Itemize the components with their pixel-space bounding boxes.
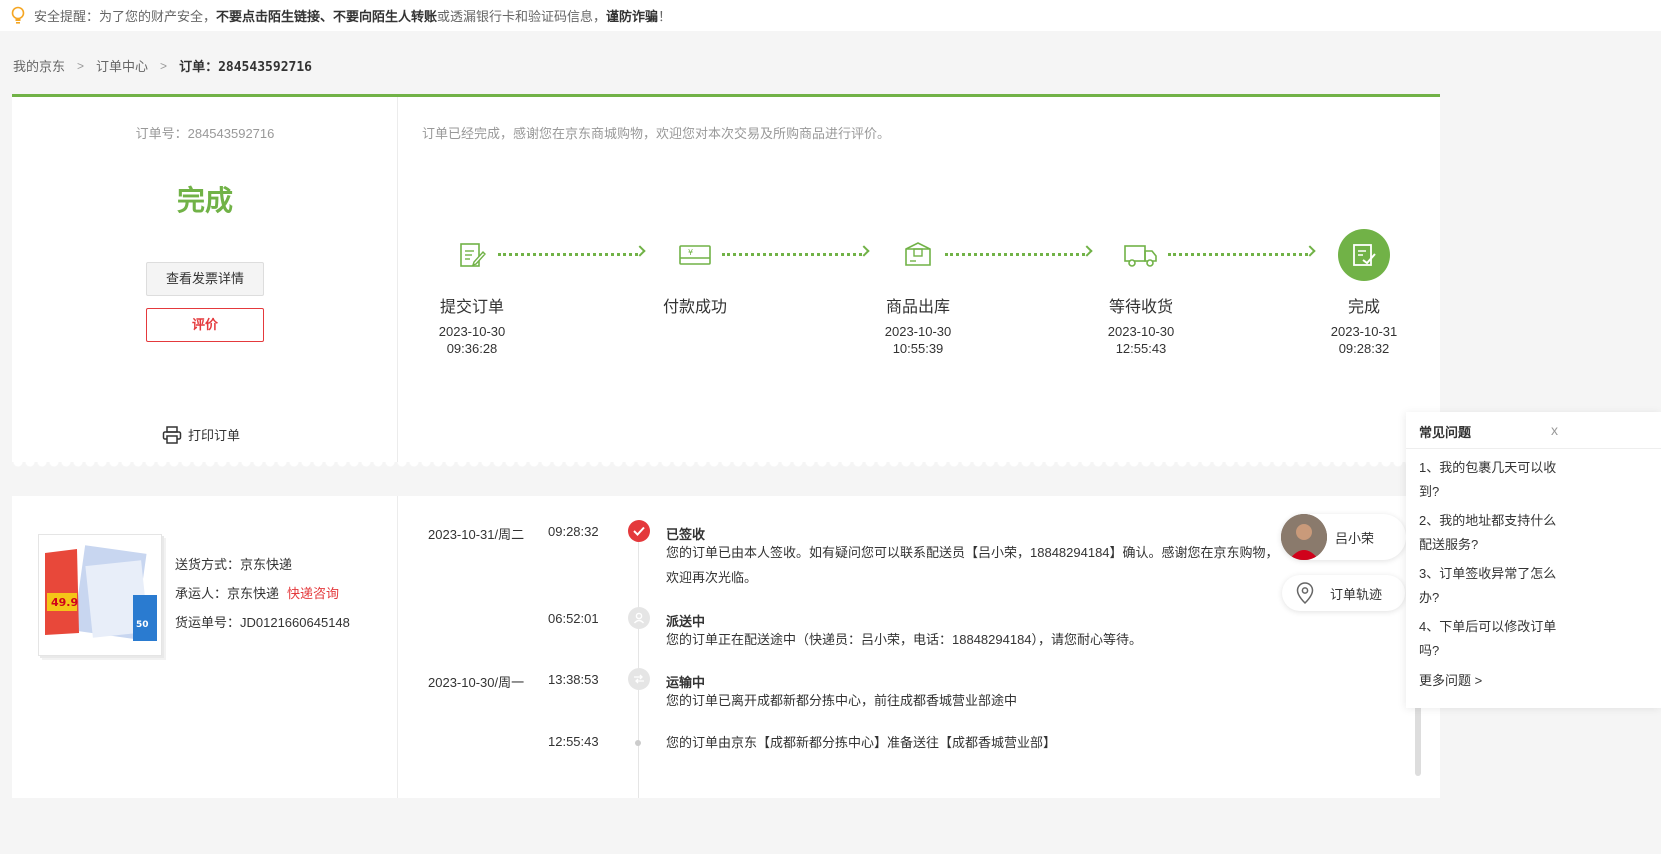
- event-time: 12:55:43: [548, 734, 599, 749]
- carrier: 承运人：京东快递: [175, 586, 280, 601]
- breadcrumb: 我的京东 > 订单中心 > 订单：284543592716: [13, 56, 312, 76]
- notice-prefix: 安全提醒：为了您的财产安全，: [34, 9, 217, 24]
- step-time: 09:28:32: [1338, 341, 1390, 356]
- lightbulb-icon: [11, 6, 25, 24]
- event-time: 09:28:32: [548, 524, 599, 539]
- view-invoice-button[interactable]: 查看发票详情: [146, 262, 264, 296]
- courier-consult-link[interactable]: 快递咨询: [287, 586, 339, 601]
- faq-list: 1、我的包裹几天可以收到? 2、我的地址都支持什么配送服务? 3、订单签收异常了…: [1419, 456, 1564, 668]
- order-tracking-label: 订单轨迹: [1330, 586, 1383, 602]
- breadcrumb-order-number: 284543592716: [218, 60, 312, 75]
- review-button[interactable]: 评价: [146, 308, 264, 342]
- event-description: 您的订单已离开成都新都分拣中心，前往成都香城营业部途中: [666, 693, 1018, 708]
- breadcrumb-current: 订单：284543592716: [179, 56, 312, 75]
- step-date: 2023-10-31: [1330, 324, 1398, 339]
- timeline-line: [638, 532, 639, 798]
- faq-question[interactable]: 2、我的地址都支持什么配送服务?: [1419, 509, 1564, 557]
- tracking-number: 货运单号：JD0121660645148: [175, 615, 350, 630]
- thank-you-note: 订单已经完成，感谢您在京东商城购物，欢迎您对本次交易及所购商品进行评价。: [422, 126, 891, 141]
- event-description: 您的订单由京东【成都新都分拣中心】准备送往【成都香城营业部】: [666, 735, 1057, 750]
- notice-suffix: ！: [658, 9, 672, 24]
- step-name: 付款成功: [662, 299, 727, 316]
- close-icon[interactable]: x: [1551, 422, 1558, 438]
- courier-avatar: [1281, 514, 1327, 560]
- faq-question[interactable]: 1、我的包裹几天可以收到?: [1419, 456, 1564, 504]
- event-time: 13:38:53: [548, 672, 599, 687]
- section-divider: [12, 462, 1440, 470]
- step-name: 商品出库: [885, 299, 950, 316]
- step-payment: ¥ 付款成功: [640, 229, 750, 317]
- event-date: 2023-10-30/周一: [428, 675, 525, 690]
- more-questions-link[interactable]: 更多问题 >: [1419, 670, 1482, 689]
- faq-title: 常见问题: [1419, 425, 1472, 440]
- step-shipped: 商品出库 2023-10-30 10:55:39: [863, 229, 973, 357]
- faq-divider: [1406, 448, 1661, 449]
- step-time: 12:55:43: [1115, 341, 1167, 356]
- event-description: 您的订单正在配送途中（快递员：吕小荣，电话：18848294184），请您耐心等…: [666, 632, 1143, 647]
- product-price-badge: 49.9: [51, 596, 78, 609]
- product-size-badge: 50: [136, 620, 149, 630]
- step-name: 等待收货: [1108, 299, 1173, 316]
- shipment-panel: 49.9 50 送货方式：京东快递 承运人：京东快递 快递咨询 货运单号：JD01…: [12, 496, 1440, 798]
- event-description: 您的订单已由本人签收。如有疑问您可以联系配送员【吕小荣，18848294184】…: [666, 545, 1279, 585]
- order-progress: 订单已经完成，感谢您在京东商城购物，欢迎您对本次交易及所购商品进行评价。 提交订…: [398, 97, 1440, 462]
- step-time: 10:55:39: [892, 341, 944, 356]
- order-number: 订单号：284543592716: [135, 126, 275, 141]
- transit-icon: [628, 668, 650, 690]
- step-submit-order: 提交订单 2023-10-30 09:36:28: [417, 229, 527, 357]
- order-summary: 订单号：284543592716 完成 查看发票详情 评价 打印订单: [12, 97, 398, 462]
- shipment-info: 送货方式：京东快递 承运人：京东快递 快递咨询 货运单号：JD0121660645…: [175, 550, 350, 637]
- print-order-label: 打印订单: [188, 428, 241, 443]
- faq-question[interactable]: 3、订单签收异常了怎么办?: [1419, 562, 1564, 610]
- location-pin-icon: [1296, 582, 1314, 604]
- step-time: 09:36:28: [446, 341, 498, 356]
- package-box-icon: [892, 229, 944, 281]
- order-status-panel: 订单号：284543592716 完成 查看发票详情 评价 打印订单 订单已经完…: [12, 94, 1440, 462]
- courier-icon: [628, 607, 650, 629]
- courier-contact-button[interactable]: 吕小荣: [1281, 514, 1406, 560]
- timeline-dot: [635, 740, 641, 746]
- print-order-button[interactable]: 打印订单: [162, 425, 240, 444]
- courier-name: 吕小荣: [1335, 530, 1375, 546]
- event-time: 06:52:01: [548, 611, 599, 626]
- step-name: 提交订单: [439, 299, 504, 316]
- check-icon: [628, 520, 650, 542]
- notice-middle: 或透漏银行卡和验证码信息，: [437, 9, 607, 24]
- breadcrumb-current-label: 订单：: [179, 59, 219, 74]
- check-document-icon: [1338, 229, 1390, 281]
- tracking-timeline: 2023-10-31/周二 09:28:32 已签收 您的订单已由本人签收。如有…: [398, 496, 1426, 798]
- breadcrumb-order-center[interactable]: 订单中心: [96, 56, 148, 75]
- payment-card-icon: ¥: [669, 229, 721, 281]
- truck-icon: [1115, 229, 1167, 281]
- step-name: 完成: [1347, 299, 1380, 316]
- order-status: 完成: [176, 185, 233, 216]
- delivery-method: 送货方式：京东快递: [175, 557, 293, 572]
- step-awaiting-delivery: 等待收货 2023-10-30 12:55:43: [1086, 229, 1196, 357]
- product-image: 49.9 50: [39, 535, 161, 655]
- security-notice: 安全提醒：为了您的财产安全， 不要点击陌生链接、不要向陌生人转账 或透漏银行卡和验证…: [0, 0, 1661, 31]
- order-tracking-button[interactable]: 订单轨迹: [1282, 575, 1405, 611]
- faq-panel: 常见问题 x 1、我的包裹几天可以收到? 2、我的地址都支持什么配送服务? 3、…: [1406, 412, 1661, 708]
- product-thumbnail[interactable]: 49.9 50: [38, 534, 162, 656]
- shipment-summary: 49.9 50 送货方式：京东快递 承运人：京东快递 快递咨询 货运单号：JD01…: [12, 496, 398, 798]
- carrier-row: 承运人：京东快递 快递咨询: [175, 579, 350, 608]
- faq-question[interactable]: 4、下单后可以修改订单吗?: [1419, 615, 1564, 663]
- event-date: 2023-10-31/周二: [428, 527, 525, 542]
- step-date: 2023-10-30: [438, 324, 506, 339]
- chevron-right-icon: >: [160, 58, 168, 73]
- step-date: 2023-10-30: [884, 324, 952, 339]
- step-date: 2023-10-30: [1107, 324, 1175, 339]
- notice-bold-1: 不要点击陌生链接、不要向陌生人转账: [216, 9, 438, 24]
- step-complete: 完成 2023-10-31 09:28:32: [1309, 229, 1419, 357]
- printer-icon: [162, 425, 182, 444]
- chevron-right-icon: >: [77, 58, 85, 73]
- breadcrumb-home[interactable]: 我的京东: [13, 56, 65, 75]
- edit-icon: [446, 229, 498, 281]
- svg-text:¥: ¥: [688, 248, 693, 257]
- notice-bold-2: 谨防诈骗: [606, 9, 659, 24]
